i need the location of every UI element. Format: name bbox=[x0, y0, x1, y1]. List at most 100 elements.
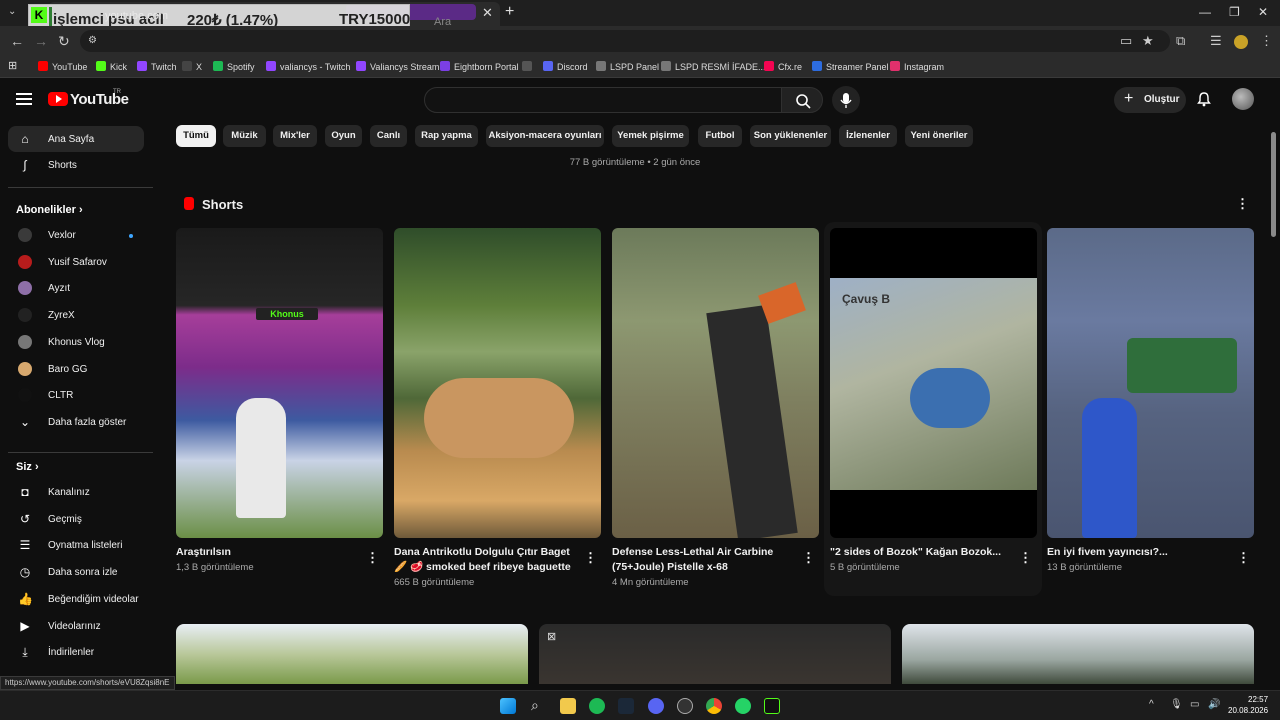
filter-chip[interactable]: Mix'ler bbox=[273, 125, 317, 147]
short-thumbnail-5[interactable] bbox=[1047, 228, 1254, 538]
filter-chip[interactable]: Aksiyon-macera oyunları bbox=[486, 125, 604, 147]
bookmark-item[interactable]: Eightborn Portal bbox=[440, 61, 519, 72]
tray-chevron-icon[interactable]: ^ bbox=[1149, 699, 1154, 710]
sidebar-item-subscription[interactable]: ZyreX bbox=[8, 302, 144, 328]
video-thumbnail-2[interactable]: ⊠ bbox=[539, 624, 891, 684]
bookmark-item[interactable]: Streamer Panel bbox=[812, 61, 889, 72]
volume-icon[interactable]: 🔊 bbox=[1208, 699, 1220, 710]
filter-chip[interactable]: Yemek pişirme bbox=[612, 125, 689, 147]
forward-icon[interactable]: → bbox=[34, 33, 48, 49]
filter-chip[interactable]: İzlenenler bbox=[839, 125, 897, 147]
short-title-4[interactable]: "2 sides of Bozok" Kağan Bozok... bbox=[830, 545, 1010, 560]
extensions-icon[interactable]: ⧉ bbox=[1176, 33, 1185, 49]
network-icon[interactable]: ▭ bbox=[1190, 699, 1199, 710]
short-thumbnail-4[interactable]: Çavuş B bbox=[830, 228, 1037, 538]
start-icon[interactable] bbox=[500, 698, 516, 714]
sidebar-item-home[interactable]: ⌂ Ana Sayfa bbox=[8, 126, 144, 152]
shorts-section-menu-icon[interactable]: ⋮ bbox=[1236, 196, 1249, 212]
sidebar-item-subscription[interactable]: Ayzıt bbox=[8, 275, 144, 301]
you-heading[interactable]: Siz › bbox=[16, 461, 39, 473]
create-button[interactable]: + Oluştur bbox=[1114, 87, 1186, 113]
short-title-2[interactable]: Dana Antrikotlu Dolgulu Çıtır Baget 🥖 🥩 … bbox=[394, 545, 574, 575]
filter-chip[interactable]: Rap yapma bbox=[415, 125, 478, 147]
short-thumbnail-1[interactable]: Khonus bbox=[176, 228, 383, 538]
subscriptions-heading[interactable]: Abonelikler › bbox=[16, 204, 83, 216]
new-tab-icon[interactable]: + bbox=[505, 3, 514, 21]
bookmark-item[interactable]: Twitch bbox=[137, 61, 177, 72]
search-taskbar-icon[interactable]: ⌕ bbox=[531, 697, 539, 714]
bookmark-item[interactable]: X bbox=[182, 61, 202, 72]
short-title-5[interactable]: En iyi fivem yayıncısı?... bbox=[1047, 545, 1227, 560]
short-title-1[interactable]: Araştırılsın bbox=[176, 545, 356, 560]
sidebar-item-you[interactable]: ⤓ İndirilenler bbox=[8, 639, 144, 665]
account-avatar[interactable] bbox=[1232, 88, 1254, 110]
browser-menu-icon[interactable]: ⋮ bbox=[1260, 33, 1273, 49]
bookmark-item[interactable]: Valiancys Stream bbox=[356, 61, 439, 72]
launcher-icon[interactable] bbox=[764, 698, 780, 714]
sidebar-item-subscription[interactable]: Baro GG bbox=[8, 356, 144, 382]
short-thumbnail-2[interactable] bbox=[394, 228, 601, 538]
whatsapp-icon[interactable] bbox=[735, 698, 751, 714]
filter-chip[interactable]: Yeni öneriler bbox=[905, 125, 973, 147]
sidebar-item-subscription[interactable]: ⌄ Daha fazla göster bbox=[8, 409, 144, 435]
bookmark-item[interactable]: LSPD RESMİ İFADE... bbox=[661, 61, 766, 72]
bookmark-item[interactable]: Discord bbox=[543, 61, 588, 72]
discord-icon[interactable] bbox=[648, 698, 664, 714]
bookmark-item[interactable]: Instagram bbox=[890, 61, 944, 72]
clock[interactable]: 22:57 20.08.2026 bbox=[1228, 694, 1268, 716]
site-info-icon[interactable]: ⚙ bbox=[88, 35, 97, 46]
bookmark-item[interactable]: Cfx.re bbox=[764, 61, 802, 72]
window-close-icon[interactable]: ✕ bbox=[1258, 5, 1268, 19]
filter-chip[interactable]: Canlı bbox=[370, 125, 407, 147]
filter-chip[interactable]: Müzik bbox=[223, 125, 266, 147]
page-scrollbar[interactable] bbox=[1271, 132, 1276, 237]
video-thumbnail-1[interactable] bbox=[176, 624, 528, 684]
notifications-bell-icon[interactable] bbox=[1196, 91, 1212, 110]
bookmark-item[interactable]: YouTube bbox=[38, 61, 87, 72]
sidebar-item-you[interactable]: ◘ Kanalınız bbox=[8, 479, 144, 505]
minimize-icon[interactable]: — bbox=[1199, 5, 1211, 19]
video-thumbnail-3[interactable] bbox=[902, 624, 1254, 684]
sidebar-item-you[interactable]: 👍 Beğendiğim videolar bbox=[8, 586, 144, 612]
sidebar-item-subscription[interactable]: CLTR bbox=[8, 382, 144, 408]
short-menu-icon[interactable]: ⋮ bbox=[802, 550, 815, 566]
filter-chip[interactable]: Son yüklenenler bbox=[750, 125, 831, 147]
url-text[interactable]: youtube.com bbox=[105, 10, 168, 22]
short-thumbnail-3[interactable] bbox=[612, 228, 819, 538]
sidebar-item-subscription[interactable]: Yusif Safarov bbox=[8, 249, 144, 275]
bookmark-item[interactable]: LSPD Panel bbox=[596, 61, 659, 72]
maximize-icon[interactable]: ❐ bbox=[1229, 5, 1240, 19]
spotify-icon[interactable] bbox=[589, 698, 605, 714]
search-input[interactable] bbox=[424, 87, 782, 113]
app-icon[interactable] bbox=[677, 698, 693, 714]
steam-icon[interactable] bbox=[618, 698, 634, 714]
tab-list-chevron-icon[interactable]: ⌄ bbox=[8, 6, 20, 18]
tab-close-icon[interactable]: ✕ bbox=[482, 5, 493, 21]
filter-chip[interactable]: Futbol bbox=[698, 125, 742, 147]
short-menu-icon[interactable]: ⋮ bbox=[366, 550, 379, 566]
short-menu-icon[interactable]: ⋮ bbox=[1237, 550, 1250, 566]
search-button[interactable] bbox=[781, 87, 823, 113]
filter-chip[interactable]: Tümü bbox=[176, 125, 216, 147]
apps-grid-icon[interactable]: ⊞ bbox=[8, 59, 17, 72]
url-box[interactable] bbox=[80, 30, 1170, 52]
sidebar-item-you[interactable]: ◷ Daha sonra izle bbox=[8, 559, 144, 585]
browser-profile-avatar[interactable] bbox=[1234, 35, 1248, 49]
short-menu-icon[interactable]: ⋮ bbox=[1019, 550, 1032, 566]
bookmark-item[interactable]: Spotify bbox=[213, 61, 255, 72]
reading-list-icon[interactable]: ☰ bbox=[1210, 33, 1222, 49]
menu-icon[interactable] bbox=[16, 93, 32, 105]
bookmark-item[interactable]: valiancys - Twitch bbox=[266, 61, 350, 72]
short-title-3[interactable]: Defense Less-Lethal Air Carbine (75+Joul… bbox=[612, 545, 792, 575]
sidebar-item-you[interactable]: ☰ Oynatma listeleri bbox=[8, 532, 144, 558]
sidebar-item-subscription[interactable]: Khonus Vlog bbox=[8, 329, 144, 355]
back-icon[interactable]: ← bbox=[10, 33, 24, 49]
short-menu-icon[interactable]: ⋮ bbox=[584, 550, 597, 566]
sidebar-item-you[interactable]: ▶ Videolarınız bbox=[8, 613, 144, 639]
bookmark-item[interactable]: Kick bbox=[96, 61, 127, 72]
sidebar-item-you[interactable]: ↺ Geçmiş bbox=[8, 506, 144, 532]
youtube-logo-icon[interactable] bbox=[48, 92, 68, 106]
cast-icon[interactable]: ▭ bbox=[1120, 33, 1132, 49]
sidebar-item-subscription[interactable]: Vexlor bbox=[8, 222, 144, 248]
voice-search-button[interactable] bbox=[832, 86, 860, 114]
